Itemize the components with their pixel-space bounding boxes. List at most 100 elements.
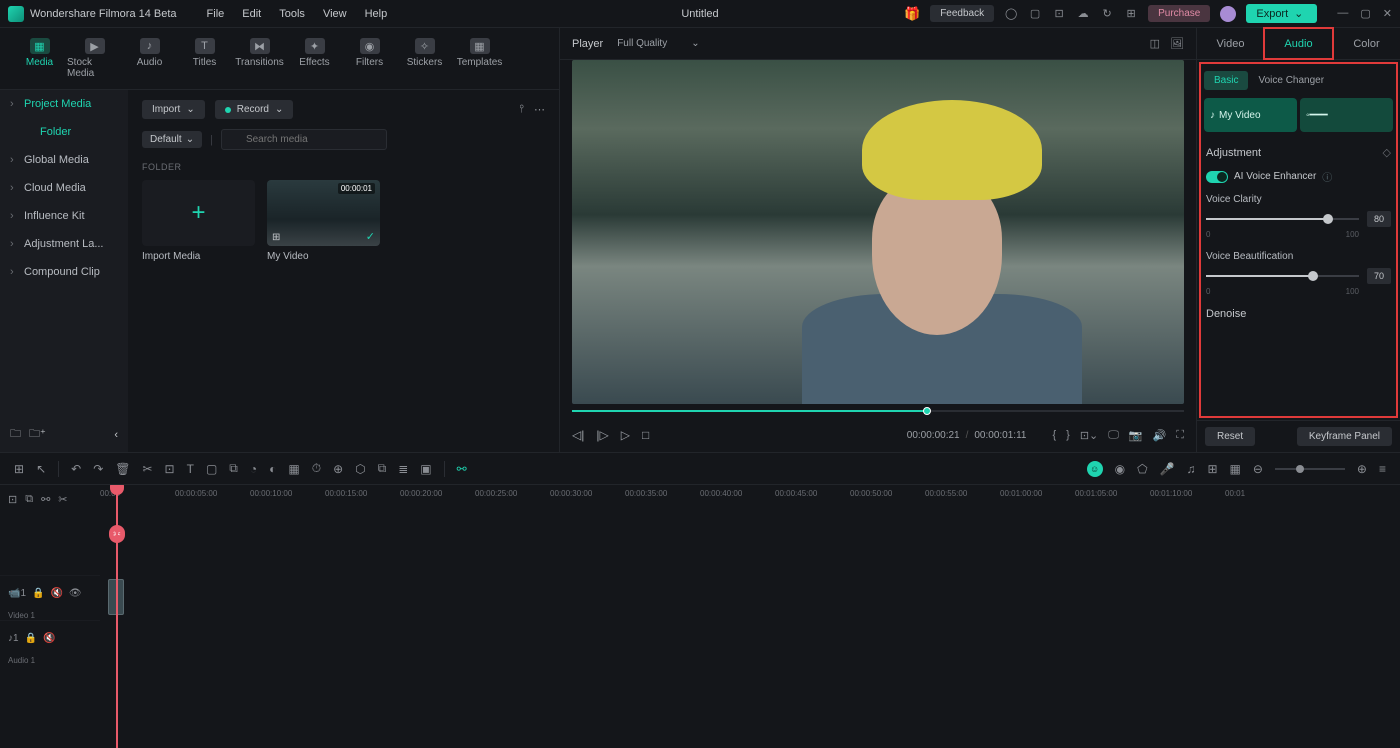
import-dropdown[interactable]: Import⌄ — [142, 100, 205, 119]
lock-icon[interactable]: 🔒 — [25, 633, 37, 644]
stop-icon[interactable]: □ — [642, 428, 649, 442]
adjustment-header[interactable]: Adjustment◇ — [1204, 142, 1393, 163]
info-icon[interactable]: ⓘ — [1322, 169, 1332, 184]
menu-view[interactable]: View — [323, 8, 347, 20]
denoise-header[interactable]: Denoise — [1204, 304, 1393, 324]
timeline-ruler-area[interactable]: 00:0000:00:05:0000:00:10:0000:00:15:0000… — [100, 485, 1400, 748]
sidebar-influence-kit[interactable]: Influence Kit — [0, 202, 128, 230]
timeline-ruler[interactable]: 00:0000:00:05:0000:00:10:0000:00:15:0000… — [100, 485, 1400, 513]
apps-icon[interactable]: ⊞ — [1124, 7, 1138, 21]
voice-beautification-slider[interactable] — [1206, 275, 1359, 277]
video-preview[interactable] — [572, 60, 1184, 404]
cut-icon[interactable]: ✂ — [142, 462, 152, 476]
layers-icon[interactable]: ≣ — [398, 462, 408, 476]
voice-clarity-slider[interactable] — [1206, 218, 1359, 220]
scrubber[interactable] — [572, 404, 1184, 418]
auto-icon[interactable]: ⊡ — [8, 493, 17, 506]
sidebar-project-media[interactable]: Project Media — [0, 90, 128, 118]
reset-button[interactable]: Reset — [1205, 427, 1255, 446]
timer-icon[interactable]: ⏱ — [312, 461, 321, 476]
export-button[interactable]: Export⌄ — [1246, 4, 1317, 23]
close-icon[interactable]: ✕ — [1383, 7, 1392, 20]
expand-icon[interactable]: ⊕ — [333, 462, 343, 476]
menu-file[interactable]: File — [207, 8, 225, 20]
grid-icon[interactable]: ▦ — [288, 462, 299, 476]
keyframe-panel-button[interactable]: Keyframe Panel — [1297, 427, 1392, 446]
save-icon[interactable]: ⊡ — [1052, 7, 1066, 21]
audio-track-header[interactable]: ♪1 🔒 🔇 — [0, 620, 100, 656]
sort-dropdown[interactable]: Default⌄ — [142, 131, 202, 148]
picture-icon[interactable]: 🖼 — [1170, 37, 1184, 50]
tab-media[interactable]: ▦Media — [12, 34, 67, 83]
voiceover-icon[interactable]: 🎤 — [1160, 462, 1175, 476]
screen-icon[interactable]: ▢ — [1028, 7, 1042, 21]
tab-filters[interactable]: ◉Filters — [342, 34, 397, 83]
voice-beautification-value[interactable]: 70 — [1367, 268, 1391, 284]
clip-wave[interactable]: ◦━━━ — [1300, 98, 1393, 132]
magnet-icon[interactable]: ⊞ — [14, 462, 24, 476]
maximize-icon[interactable]: ▢ — [1360, 7, 1370, 20]
render-icon[interactable]: ▣ — [420, 462, 431, 476]
zoom-in-icon[interactable]: ⊕ — [1357, 462, 1367, 476]
sidebar-adjustment-layer[interactable]: Adjustment La... — [0, 230, 128, 258]
folder-icon[interactable]: 🗀 — [10, 425, 21, 444]
ai-voice-toggle[interactable] — [1206, 171, 1228, 183]
compare-icon[interactable]: ◫ — [1150, 37, 1160, 50]
zoom-out-icon[interactable]: ⊖ — [1253, 462, 1263, 476]
link-track-icon[interactable]: ⚯ — [41, 493, 50, 506]
prop-tab-video[interactable]: Video — [1197, 28, 1264, 59]
sidebar-folder[interactable]: Folder — [0, 118, 128, 146]
delete-icon[interactable]: 🗑 — [115, 462, 130, 476]
sidebar-compound-clip[interactable]: Compound Clip — [0, 258, 128, 286]
prop-tab-audio[interactable]: Audio — [1263, 27, 1334, 60]
group-icon[interactable]: ⧉ — [378, 461, 387, 476]
history-icon[interactable]: ↻ — [1100, 7, 1114, 21]
sidebar-cloud-media[interactable]: Cloud Media — [0, 174, 128, 202]
play-icon[interactable]: ▷ — [621, 428, 630, 442]
tag-icon[interactable]: ⬡ — [355, 462, 365, 476]
snapshot-icon[interactable]: 📷 — [1129, 429, 1143, 442]
tab-audio[interactable]: ♪Audio — [122, 34, 177, 83]
video-track-header[interactable]: 📹1 🔒 🔇 👁 — [0, 575, 100, 611]
chain-icon[interactable]: ⚯ — [457, 462, 467, 476]
record-dropdown[interactable]: Record⌄ — [215, 100, 294, 119]
tab-stickers[interactable]: ✧Stickers — [397, 34, 452, 83]
cut-track-icon[interactable]: ✂ — [58, 493, 67, 506]
feedback-button[interactable]: Feedback — [930, 5, 994, 22]
bracket-close-icon[interactable]: } — [1066, 429, 1070, 442]
playhead[interactable] — [116, 485, 118, 748]
tab-templates[interactable]: ▦Templates — [452, 34, 507, 83]
text-icon[interactable]: T — [187, 462, 194, 476]
filter-icon[interactable]: ⫯ — [519, 103, 524, 116]
slider-handle[interactable] — [1323, 214, 1333, 224]
prop-tab-color[interactable]: Color — [1333, 28, 1400, 59]
gift-icon[interactable]: 🎁 — [904, 6, 920, 22]
film-icon[interactable]: ▦ — [1230, 462, 1241, 476]
collapse-icon[interactable]: ‹ — [114, 429, 118, 441]
scrub-handle[interactable] — [923, 407, 931, 415]
tab-titles[interactable]: TTitles — [177, 34, 232, 83]
sub-tab-voice-changer[interactable]: Voice Changer — [1248, 71, 1334, 90]
list-icon[interactable]: ≡ — [1379, 462, 1386, 476]
search-input[interactable] — [221, 129, 387, 150]
keyframe-diamond-icon[interactable]: ◇ — [1383, 146, 1391, 159]
zoom-slider[interactable] — [1275, 468, 1345, 470]
cloud-icon[interactable]: ☁ — [1076, 7, 1090, 21]
sidebar-global-media[interactable]: Global Media — [0, 146, 128, 174]
fullscreen-icon[interactable]: ⛶ — [1176, 429, 1184, 442]
undo-icon[interactable]: ↶ — [71, 462, 81, 476]
user-avatar[interactable] — [1220, 6, 1236, 22]
new-folder-icon[interactable]: 🗀⁺ — [29, 425, 46, 444]
menu-help[interactable]: Help — [365, 8, 388, 20]
smiley-icon[interactable]: ☺ — [1087, 461, 1103, 477]
menu-edit[interactable]: Edit — [242, 8, 261, 20]
marker-icon[interactable]: ⬠ — [1137, 462, 1147, 476]
mute-icon[interactable]: 🔇 — [43, 633, 55, 644]
slider-handle[interactable] — [1308, 271, 1318, 281]
display-icon[interactable]: 🖵 — [1108, 429, 1119, 442]
sub-tab-basic[interactable]: Basic — [1204, 71, 1248, 90]
add-to-timeline-icon[interactable]: ⊞ — [272, 232, 280, 243]
prev-frame-icon[interactable]: ◁| — [572, 428, 584, 442]
mixer-icon[interactable]: ⊞ — [1207, 462, 1217, 476]
next-frame-icon[interactable]: |▷ — [596, 428, 608, 442]
